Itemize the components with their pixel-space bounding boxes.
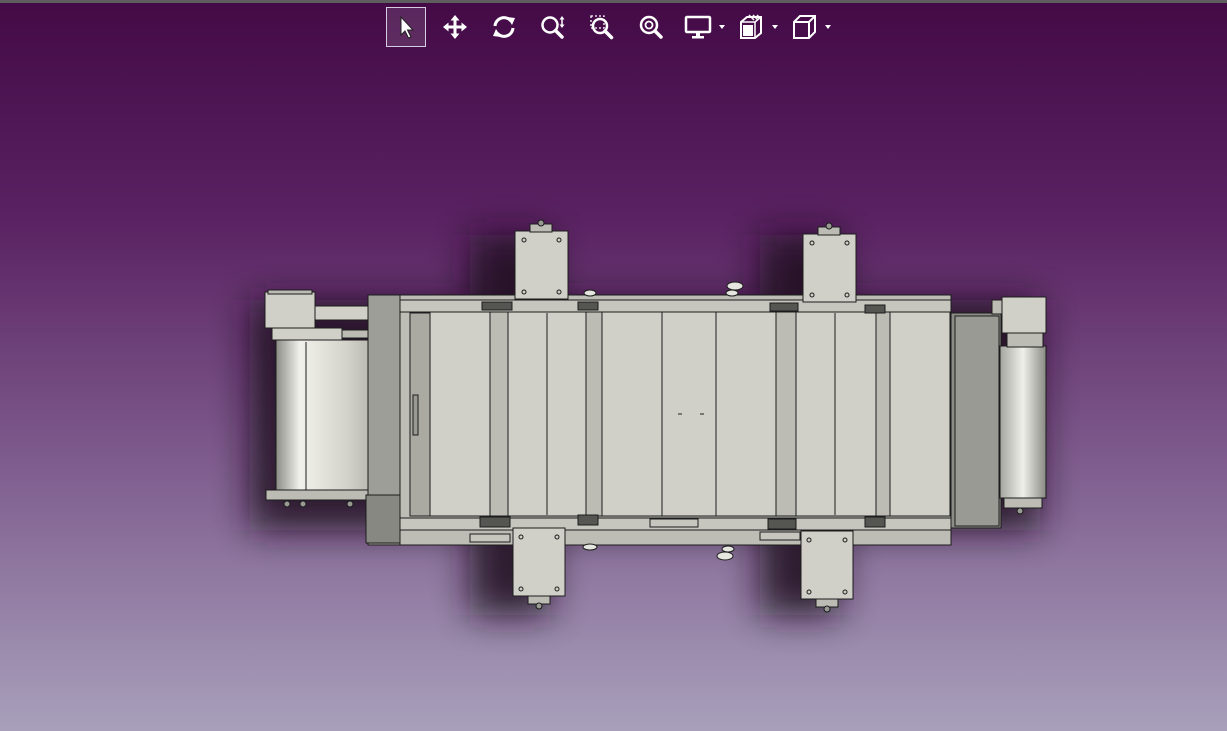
monitor-icon [684, 15, 712, 38]
zoom-fit-icon [639, 15, 663, 39]
zoom-window-icon [590, 14, 614, 39]
window-top-border [0, 0, 1227, 3]
zoom-fit-tool-button[interactable] [631, 7, 671, 47]
exhaust-unit-top-left [514, 219, 569, 300]
3d-viewport[interactable] [0, 48, 1227, 731]
zoom-updown-icon [541, 15, 565, 39]
chevron-down-icon [825, 24, 831, 29]
pan-tool-button[interactable] [435, 7, 475, 47]
pointer-arrow-icon [400, 15, 415, 39]
select-tool-button[interactable] [386, 6, 426, 47]
section-plane-icon [740, 13, 762, 39]
display-dropdown[interactable] [680, 7, 725, 47]
conveyor-oven-model[interactable] [0, 48, 1227, 731]
right-end-section [950, 296, 1047, 529]
section-dropdown[interactable] [733, 7, 778, 47]
section-button[interactable] [733, 7, 769, 47]
zoom-window-tool-button[interactable] [582, 7, 622, 47]
display-button[interactable] [680, 7, 716, 47]
chevron-down-icon [719, 24, 725, 29]
chevron-down-icon [772, 24, 778, 29]
oven-body [365, 294, 952, 546]
rotate-icon [493, 15, 515, 38]
view-dropdown[interactable] [786, 7, 831, 47]
view-toolbar [386, 6, 839, 47]
view-button[interactable] [786, 7, 822, 47]
cube-view-icon [793, 14, 816, 39]
rotate-tool-button[interactable] [484, 7, 524, 47]
zoom-tool-button[interactable] [533, 7, 573, 47]
left-drive-motor [264, 289, 373, 341]
move-arrows-icon [443, 14, 467, 39]
exhaust-unit-top-right [802, 222, 857, 303]
